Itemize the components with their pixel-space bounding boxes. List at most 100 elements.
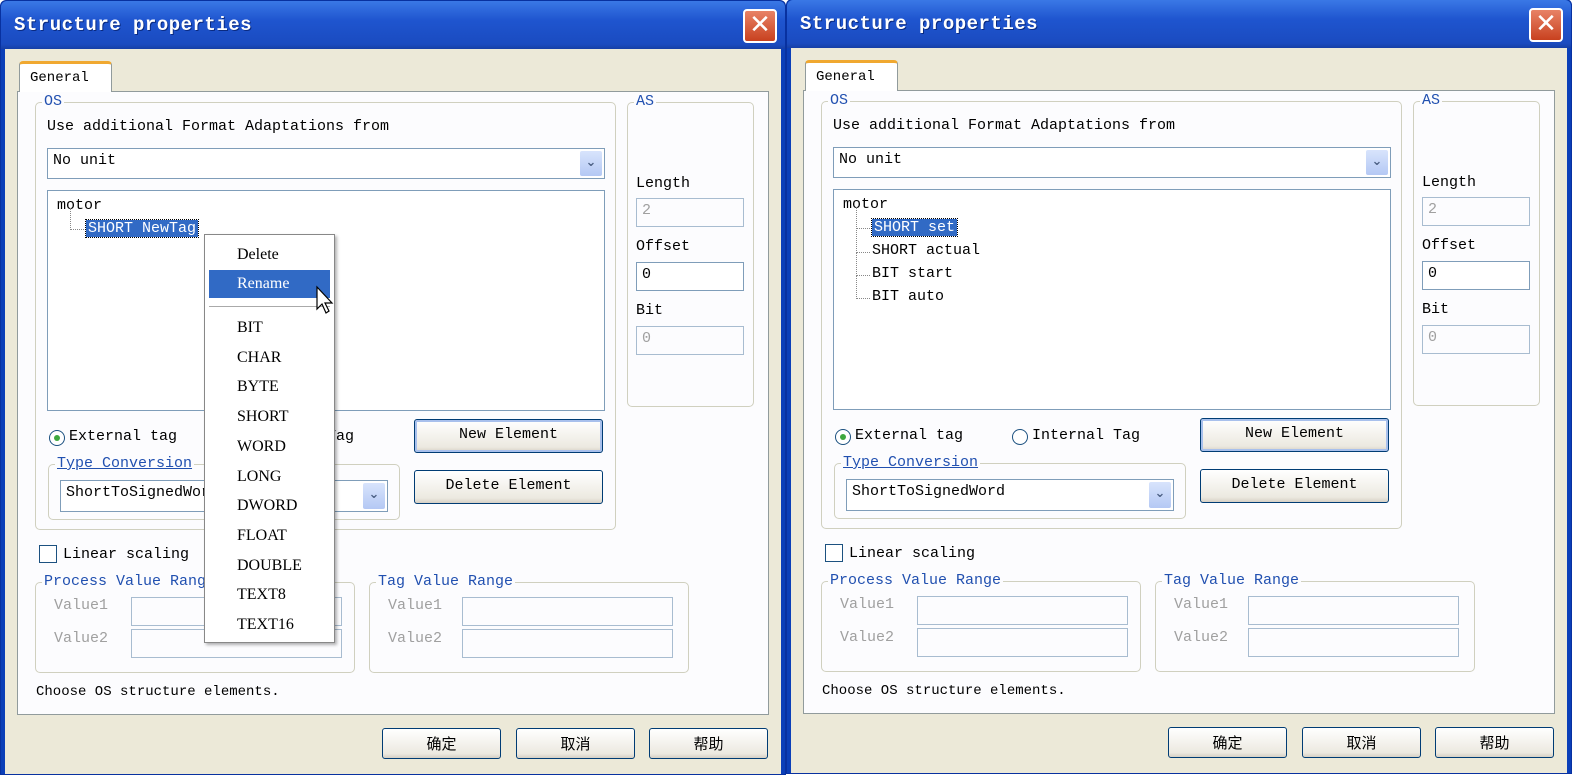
close-icon: ✕ — [1535, 9, 1557, 39]
tree-line — [70, 208, 84, 230]
help-button[interactable]: 帮助 — [1435, 727, 1554, 758]
tree-item[interactable]: SHORT actual — [872, 242, 980, 259]
as-group-label: AS — [1420, 92, 1443, 109]
title-bar[interactable]: Structure properties ✕ — [1, 1, 785, 49]
chevron-down-icon[interactable]: ⌄ — [580, 151, 602, 176]
menu-item-type[interactable]: TEXT8 — [209, 581, 330, 609]
menu-item-type[interactable]: BYTE — [209, 373, 330, 401]
dialog-body: General OS Use additional Format Adaptat… — [5, 49, 781, 774]
tree-line — [856, 276, 870, 299]
linear-scaling-label[interactable]: Linear scaling — [849, 545, 975, 562]
tag-value2-field[interactable] — [1248, 628, 1459, 657]
bit-field[interactable]: 0 — [1422, 325, 1530, 354]
tree-line — [856, 207, 870, 229]
menu-item-type[interactable]: TEXT16 — [209, 611, 330, 639]
cancel-button[interactable]: 取消 — [516, 728, 635, 759]
format-combo-value: No unit — [53, 152, 117, 169]
as-group: AS Length 2 Offset 0 Bit 0 — [1413, 92, 1540, 406]
tag-value-range-group: Tag Value Range Value1 Value2 — [369, 573, 689, 673]
close-button[interactable]: ✕ — [1529, 8, 1563, 42]
cancel-button[interactable]: 取消 — [1302, 727, 1421, 758]
close-button[interactable]: ✕ — [743, 9, 777, 43]
menu-item-type[interactable]: WORD — [209, 433, 330, 461]
process-value-range-group: Process Value Range Value1 Value2 — [821, 572, 1141, 672]
new-element-button[interactable]: New Element — [414, 419, 603, 453]
as-group-label: AS — [634, 93, 657, 110]
ok-button[interactable]: 确定 — [382, 728, 501, 759]
process-value1-field[interactable] — [917, 596, 1128, 625]
menu-item-type[interactable]: DOUBLE — [209, 552, 330, 580]
value1-label: Value1 — [388, 597, 443, 614]
new-element-button[interactable]: New Element — [1200, 418, 1389, 452]
length-label: Length — [636, 175, 691, 192]
length-label: Length — [1422, 174, 1477, 191]
tab-general[interactable]: General — [805, 60, 898, 91]
dialog-body: General OS Use additional Format Adaptat… — [791, 48, 1567, 773]
internal-tag-label[interactable]: Internal Tag — [1032, 427, 1140, 444]
tree-line — [856, 230, 870, 253]
help-button[interactable]: 帮助 — [649, 728, 768, 759]
linear-scaling-checkbox[interactable] — [825, 544, 843, 562]
linear-scaling-checkbox[interactable] — [39, 545, 57, 563]
format-combo[interactable]: No unit ⌄ — [47, 148, 605, 179]
bit-label: Bit — [636, 302, 664, 319]
menu-item-type[interactable]: DWORD — [209, 492, 330, 520]
tree-item[interactable]: BIT auto — [872, 288, 944, 305]
mouse-cursor-icon — [316, 285, 334, 314]
title-bar[interactable]: Structure properties ✕ — [787, 0, 1571, 48]
format-label: Use additional Format Adaptations from — [47, 118, 390, 135]
tree-item[interactable]: SHORT NewTag — [84, 219, 200, 238]
offset-label: Offset — [636, 238, 691, 255]
tag-value2-field[interactable] — [462, 629, 673, 658]
menu-item-rename[interactable]: Rename — [209, 270, 330, 298]
tag-value-range-label: Tag Value Range — [376, 573, 516, 590]
external-tag-label[interactable]: External tag — [69, 428, 177, 445]
chevron-down-icon[interactable]: ⌄ — [363, 483, 385, 509]
menu-item-type[interactable]: FLOAT — [209, 522, 330, 550]
value2-label: Value2 — [840, 629, 895, 646]
menu-item-type[interactable]: SHORT — [209, 403, 330, 431]
delete-element-button[interactable]: Delete Element — [1200, 469, 1389, 503]
format-combo[interactable]: No unit ⌄ — [833, 147, 1391, 178]
status-text: Choose OS structure elements. — [822, 683, 1066, 699]
tree-item[interactable]: SHORT set — [870, 218, 959, 237]
as-group: AS Length 2 Offset 0 Bit 0 — [627, 93, 754, 407]
value2-label: Value2 — [1174, 629, 1229, 646]
format-combo-value: No unit — [839, 151, 903, 168]
linear-scaling-label[interactable]: Linear scaling — [63, 546, 189, 563]
external-tag-label[interactable]: External tag — [855, 427, 963, 444]
external-tag-radio[interactable] — [835, 429, 851, 445]
value2-label: Value2 — [54, 630, 109, 647]
offset-field[interactable]: 0 — [636, 262, 744, 291]
offset-label: Offset — [1422, 237, 1477, 254]
value2-label: Value2 — [388, 630, 443, 647]
bit-label: Bit — [1422, 301, 1450, 318]
menu-item-type[interactable]: CHAR — [209, 344, 330, 372]
delete-element-button[interactable]: Delete Element — [414, 470, 603, 504]
length-field[interactable]: 2 — [1422, 197, 1530, 226]
chevron-down-icon[interactable]: ⌄ — [1149, 482, 1171, 508]
external-tag-radio[interactable] — [49, 430, 65, 446]
type-conversion-combo[interactable]: ShortToSignedWord ⌄ — [846, 479, 1174, 511]
tree-item[interactable]: BIT start — [872, 265, 953, 282]
menu-item-type[interactable]: BIT — [209, 314, 330, 342]
type-conversion-value: ShortToSignedWord — [852, 483, 1006, 500]
context-menu: Delete Rename BIT CHAR BYTE SHORT WORD LONG DW… — [204, 234, 335, 643]
bit-field[interactable]: 0 — [636, 326, 744, 355]
type-conversion-value: ShortToSignedWord — [66, 484, 220, 501]
menu-item-type[interactable]: LONG — [209, 463, 330, 491]
internal-tag-radio[interactable] — [1012, 429, 1028, 445]
length-field[interactable]: 2 — [636, 198, 744, 227]
value1-label: Value1 — [54, 597, 109, 614]
offset-field[interactable]: 0 — [1422, 261, 1530, 290]
tag-value1-field[interactable] — [1248, 596, 1459, 625]
structure-tree[interactable]: motor SHORT set SHORT actual BIT start BIT a… — [833, 189, 1391, 410]
tag-value1-field[interactable] — [462, 597, 673, 626]
ok-button[interactable]: 确定 — [1168, 727, 1287, 758]
menu-item-delete[interactable]: Delete — [209, 241, 330, 269]
value1-label: Value1 — [1174, 596, 1229, 613]
process-value2-field[interactable] — [917, 628, 1128, 657]
value1-label: Value1 — [840, 596, 895, 613]
tab-general[interactable]: General — [19, 61, 112, 92]
chevron-down-icon[interactable]: ⌄ — [1366, 150, 1388, 175]
